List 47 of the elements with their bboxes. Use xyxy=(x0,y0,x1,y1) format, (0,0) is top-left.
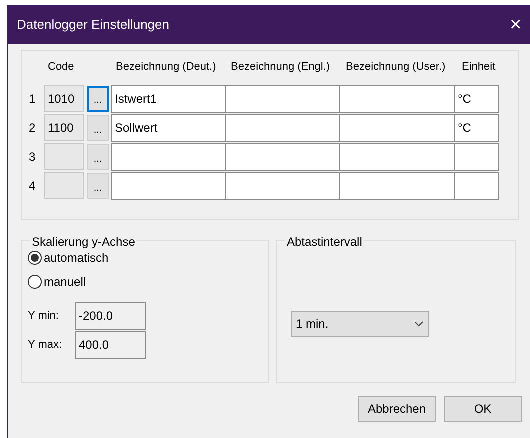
table-cell[interactable]: °C xyxy=(454,84,499,112)
table-cell[interactable] xyxy=(225,142,340,170)
table-cell[interactable]: °C xyxy=(454,114,499,142)
row-number: 2 xyxy=(28,120,37,136)
radio-label[interactable]: manuell xyxy=(44,273,86,291)
radio-label[interactable]: automatisch xyxy=(44,249,109,267)
ellipsis-button[interactable]: ... xyxy=(87,86,109,112)
column-header: Einheit xyxy=(461,60,497,76)
column-header: Bezeichnung (Deut.) xyxy=(115,60,218,76)
table-cell[interactable] xyxy=(339,172,455,200)
code-cell: 1100 xyxy=(44,114,84,141)
table-cell[interactable] xyxy=(225,114,340,142)
column-header: Bezeichnung (Engl.) xyxy=(230,60,332,76)
chevron-down-icon xyxy=(414,321,424,327)
number-field[interactable]: 400.0 xyxy=(75,331,146,359)
table-cell[interactable] xyxy=(339,84,455,112)
code-cell xyxy=(44,172,84,199)
table-cell[interactable] xyxy=(454,172,499,200)
field-label: Y min: xyxy=(28,309,60,324)
table-cell[interactable] xyxy=(339,114,455,142)
dialog-button[interactable]: Abbrechen xyxy=(358,396,436,422)
row-number: 4 xyxy=(28,178,37,194)
ellipsis-button[interactable]: ... xyxy=(87,114,109,140)
radio-button[interactable] xyxy=(28,275,42,289)
table-cell[interactable]: Sollwert xyxy=(111,114,226,142)
table-cell[interactable] xyxy=(454,142,499,170)
radio-button[interactable] xyxy=(28,251,42,265)
ellipsis-button[interactable]: ... xyxy=(87,172,109,198)
row-number: 1 xyxy=(28,90,37,108)
interval-dropdown[interactable]: 1 min. xyxy=(291,311,429,337)
table-cell[interactable]: Istwert1 xyxy=(111,84,226,112)
table-cell[interactable] xyxy=(339,142,455,170)
row-number: 3 xyxy=(28,148,37,166)
column-header: Code xyxy=(47,60,76,76)
table-cell[interactable] xyxy=(111,142,226,170)
close-button[interactable]: × xyxy=(506,14,526,34)
field-label: Y max: xyxy=(28,338,64,354)
ellipsis-button[interactable]: ... xyxy=(87,144,109,170)
code-cell xyxy=(44,143,84,170)
table-cell[interactable] xyxy=(111,172,226,200)
number-field[interactable]: -200.0 xyxy=(75,302,146,330)
table-cell[interactable] xyxy=(225,172,340,200)
dialog-button[interactable]: OK xyxy=(444,396,522,422)
code-cell: 1010 xyxy=(44,85,84,112)
table-cell[interactable] xyxy=(225,84,340,112)
column-header: Bezeichnung (User.) xyxy=(345,60,447,76)
window-title: Datenlogger Einstellungen xyxy=(17,16,170,34)
